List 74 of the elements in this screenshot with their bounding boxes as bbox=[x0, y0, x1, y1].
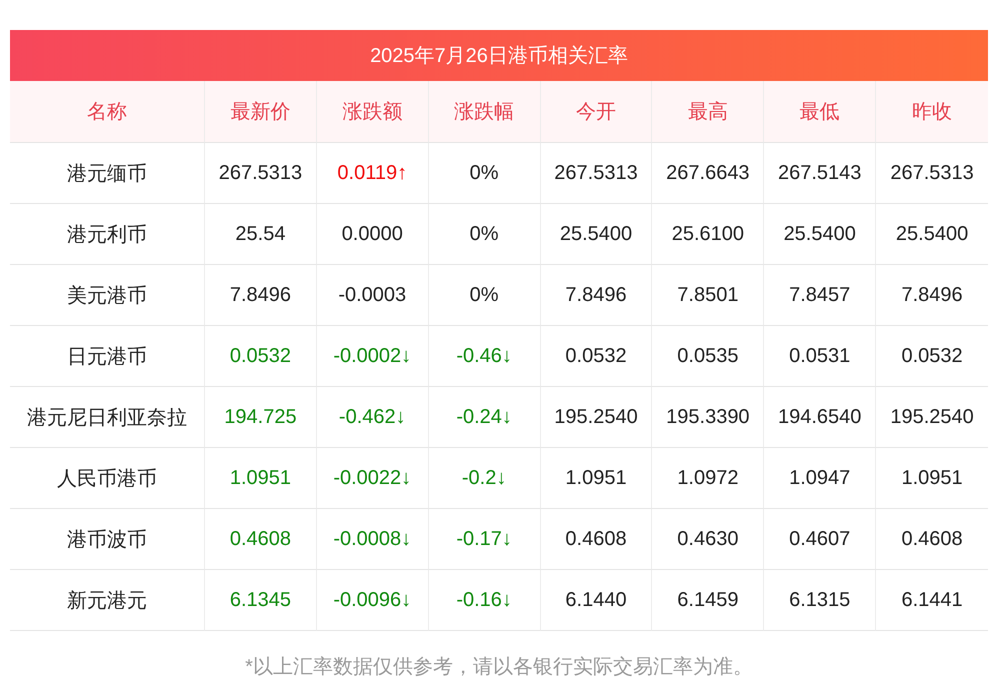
table-cell: -0.16↓ bbox=[428, 570, 541, 631]
table-cell: 25.54 bbox=[205, 204, 317, 265]
table-cell: 194.6540 bbox=[764, 387, 876, 448]
table-cell: 25.6100 bbox=[652, 204, 764, 265]
table-cell: 6.1440 bbox=[540, 570, 652, 631]
table-cell: 7.8457 bbox=[764, 265, 876, 326]
table-cell: 1.0972 bbox=[652, 448, 764, 509]
column-header: 名称 bbox=[10, 81, 205, 143]
table-cell: 6.1345 bbox=[205, 570, 317, 631]
table-cell: 0.0000 bbox=[316, 204, 429, 265]
table-cell: 25.5400 bbox=[876, 204, 988, 265]
column-header: 昨收 bbox=[876, 81, 988, 143]
table-cell: 7.8496 bbox=[876, 265, 988, 326]
table-cell: -0.0096↓ bbox=[316, 570, 429, 631]
table-cell: 0% bbox=[428, 143, 541, 204]
column-header: 最高 bbox=[652, 81, 764, 143]
table-cell: 0.4608 bbox=[205, 509, 317, 570]
table-cell: 194.725 bbox=[205, 387, 317, 448]
column-header: 今开 bbox=[540, 81, 652, 143]
table-cell: 1.0951 bbox=[540, 448, 652, 509]
table-cell: 0.0532 bbox=[540, 326, 652, 387]
column-header: 涨跌幅 bbox=[428, 81, 541, 143]
table-cell: -0.0008↓ bbox=[316, 509, 429, 570]
footnote: *以上汇率数据仅供参考，请以各银行实际交易汇率为准。 bbox=[244, 655, 754, 680]
table-cell: 25.5400 bbox=[764, 204, 876, 265]
table-cell: 0.4608 bbox=[540, 509, 652, 570]
table-cell: 7.8496 bbox=[205, 265, 317, 326]
table-cell: 0.0535 bbox=[652, 326, 764, 387]
table-cell: 美元港币 bbox=[10, 265, 205, 326]
table-cell: 195.2540 bbox=[876, 387, 988, 448]
column-header: 最低 bbox=[764, 81, 876, 143]
table-cell: 267.5313 bbox=[876, 143, 988, 204]
table-cell: 1.0947 bbox=[764, 448, 876, 509]
table-cell: 港元缅币 bbox=[10, 143, 205, 204]
table-cell: -0.24↓ bbox=[428, 387, 541, 448]
table-cell: 7.8496 bbox=[540, 265, 652, 326]
table-cell: 6.1315 bbox=[764, 570, 876, 631]
table-cell: -0.0002↓ bbox=[316, 326, 429, 387]
table-cell: 港元利币 bbox=[10, 204, 205, 265]
table-cell: 0.0531 bbox=[764, 326, 876, 387]
table-cell: 267.5313 bbox=[205, 143, 317, 204]
table-cell: -0.17↓ bbox=[428, 509, 541, 570]
table-cell: 25.5400 bbox=[540, 204, 652, 265]
table-cell: -0.462↓ bbox=[316, 387, 429, 448]
table-cell: 0.0532 bbox=[205, 326, 317, 387]
table-cell: -0.0022↓ bbox=[316, 448, 429, 509]
table-cell: 195.3390 bbox=[652, 387, 764, 448]
table-title: 2025年7月26日港币相关汇率 bbox=[10, 30, 988, 81]
column-header: 最新价 bbox=[205, 81, 317, 143]
table-cell: 0.0532 bbox=[876, 326, 988, 387]
table-cell: -0.2↓ bbox=[428, 448, 541, 509]
table-cell: -0.46↓ bbox=[428, 326, 541, 387]
table-cell: 1.0951 bbox=[205, 448, 317, 509]
table-cell: 267.5313 bbox=[540, 143, 652, 204]
table-cell: 港元尼日利亚奈拉 bbox=[10, 387, 205, 448]
table-cell: 0.4630 bbox=[652, 509, 764, 570]
column-header: 涨跌额 bbox=[316, 81, 429, 143]
table-cell: 1.0951 bbox=[876, 448, 988, 509]
table-cell: 新元港元 bbox=[10, 570, 205, 631]
table-cell: 0.4607 bbox=[764, 509, 876, 570]
table-cell: 日元港币 bbox=[10, 326, 205, 387]
table-cell: 0.0119↑ bbox=[316, 143, 429, 204]
table-cell: 267.6643 bbox=[652, 143, 764, 204]
table-cell: 人民币港币 bbox=[10, 448, 205, 509]
table-cell: 港币波币 bbox=[10, 509, 205, 570]
table-cell: 267.5143 bbox=[764, 143, 876, 204]
table-cell: 0% bbox=[428, 204, 541, 265]
table-cell: 7.8501 bbox=[652, 265, 764, 326]
table-cell: 0.4608 bbox=[876, 509, 988, 570]
table-cell: 6.1459 bbox=[652, 570, 764, 631]
table-cell: -0.0003 bbox=[316, 265, 429, 326]
table-cell: 195.2540 bbox=[540, 387, 652, 448]
table-cell: 0% bbox=[428, 265, 541, 326]
table-cell: 6.1441 bbox=[876, 570, 988, 631]
